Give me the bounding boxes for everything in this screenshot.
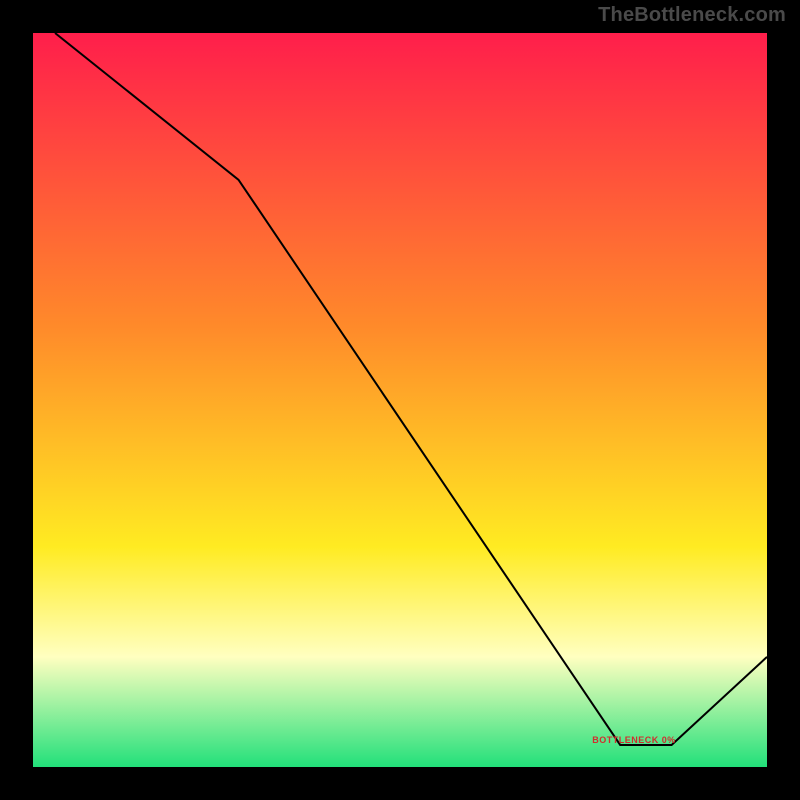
chart-frame: TheBottleneck.com BOTTLENECK 0%	[0, 0, 800, 800]
bottleneck-annotation: BOTTLENECK 0%	[592, 735, 676, 745]
data-line	[33, 33, 767, 767]
watermark-text: TheBottleneck.com	[598, 4, 786, 27]
plot-area: BOTTLENECK 0%	[30, 30, 770, 770]
